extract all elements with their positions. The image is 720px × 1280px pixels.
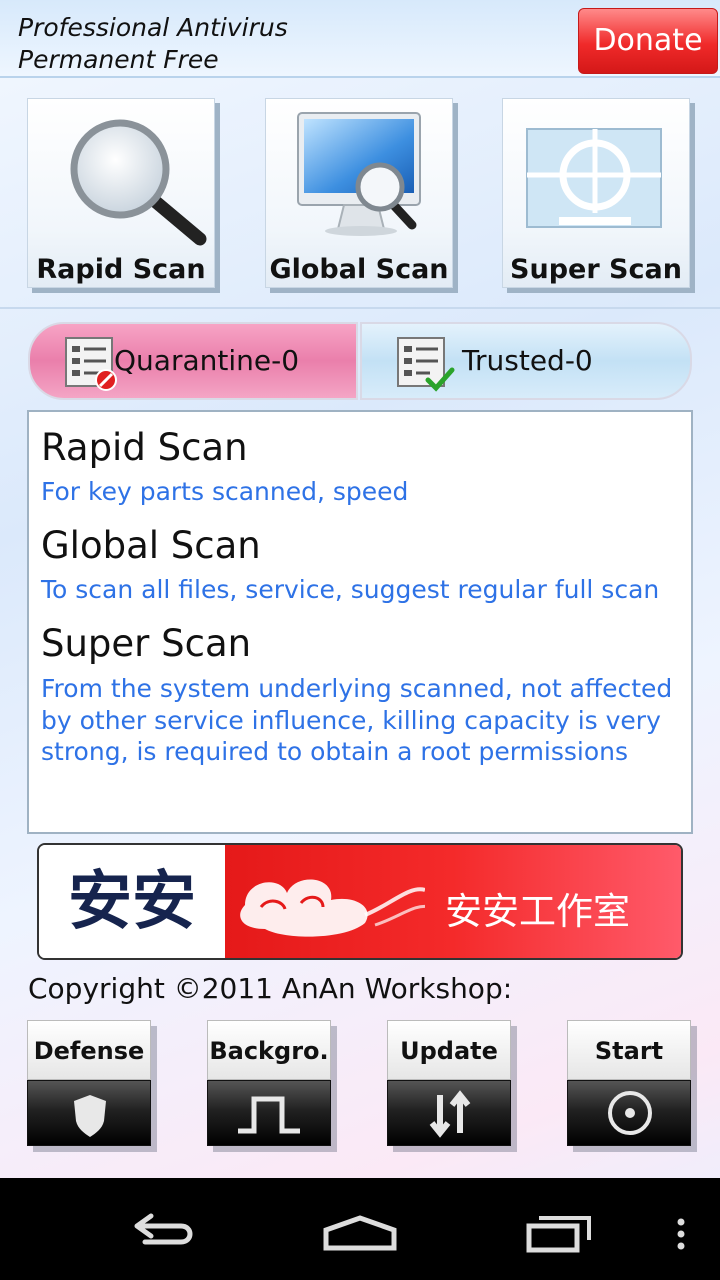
quarantine-label: Quarantine-0: [114, 344, 300, 377]
banner-studio-text: 安安工作室: [445, 890, 630, 933]
back-icon[interactable]: [115, 1178, 205, 1280]
rapid-scan-label: Rapid Scan: [36, 254, 206, 285]
defense-button[interactable]: Defense: [27, 1020, 157, 1154]
crosshair-icon: [526, 128, 662, 228]
cloud-ornament-icon: [240, 879, 431, 937]
menu-overflow-icon[interactable]: [666, 1178, 696, 1280]
global-scan-title: Global Scan: [41, 524, 261, 567]
app-title: Professional Antivirus Permanent Free: [18, 13, 288, 74]
system-navigation-bar: [0, 1178, 720, 1280]
super-scan-title: Super Scan: [41, 622, 252, 665]
update-button[interactable]: Update: [387, 1020, 517, 1154]
background-icon-area: [207, 1080, 331, 1146]
super-scan-button[interactable]: Super Scan: [502, 98, 690, 288]
up-down-arrows-icon: [429, 1090, 471, 1138]
target-icon: [608, 1091, 652, 1135]
rapid-scan-desc: For key parts scanned, speed: [41, 477, 409, 506]
super-scan-desc: From the system underlying scanned, not …: [41, 674, 673, 766]
defense-icon-area: [27, 1080, 151, 1146]
defense-label: Defense: [27, 1020, 151, 1080]
update-icon-area: [387, 1080, 511, 1146]
banner-studio-area: 安安工作室: [225, 845, 681, 958]
monitor-magnifier-icon: [297, 112, 421, 236]
trusted-label: Trusted-0: [462, 344, 593, 377]
super-scan-label: Super Scan: [510, 254, 682, 285]
pulse-icon: [238, 1096, 300, 1134]
global-scan-label: Global Scan: [269, 254, 449, 285]
recent-apps-icon[interactable]: [515, 1178, 605, 1280]
shield-icon: [74, 1095, 106, 1137]
anan-banner[interactable]: 安安 安安工作室: [37, 843, 683, 960]
rapid-scan-title: Rapid Scan: [41, 426, 248, 469]
banner-logo-text: 安安: [39, 845, 225, 958]
scan-info-panel: Rapid Scan For key parts scanned, speed …: [27, 410, 693, 834]
global-scan-desc: To scan all files, service, suggest regu…: [41, 575, 660, 604]
quarantine-button[interactable]: Quarantine-0: [28, 322, 358, 400]
app-header: Professional Antivirus Permanent Free Do…: [0, 0, 720, 78]
home-icon[interactable]: [310, 1178, 410, 1280]
rapid-scan-button[interactable]: Rapid Scan: [27, 98, 215, 288]
start-label: Start: [567, 1020, 691, 1080]
update-label: Update: [387, 1020, 511, 1080]
trusted-button[interactable]: Trusted-0: [360, 322, 692, 400]
trusted-list-icon: [397, 337, 455, 392]
background-label: Backgro.: [207, 1020, 331, 1080]
magnifier-icon: [70, 119, 207, 246]
start-button[interactable]: Start: [567, 1020, 697, 1154]
donate-button[interactable]: Donate: [578, 8, 718, 74]
background-button[interactable]: Backgro.: [207, 1020, 337, 1154]
divider: [0, 307, 720, 309]
start-icon-area: [567, 1080, 691, 1146]
copyright-text: Copyright ©2011 AnAn Workshop:: [28, 972, 513, 1005]
global-scan-button[interactable]: Global Scan: [265, 98, 453, 288]
